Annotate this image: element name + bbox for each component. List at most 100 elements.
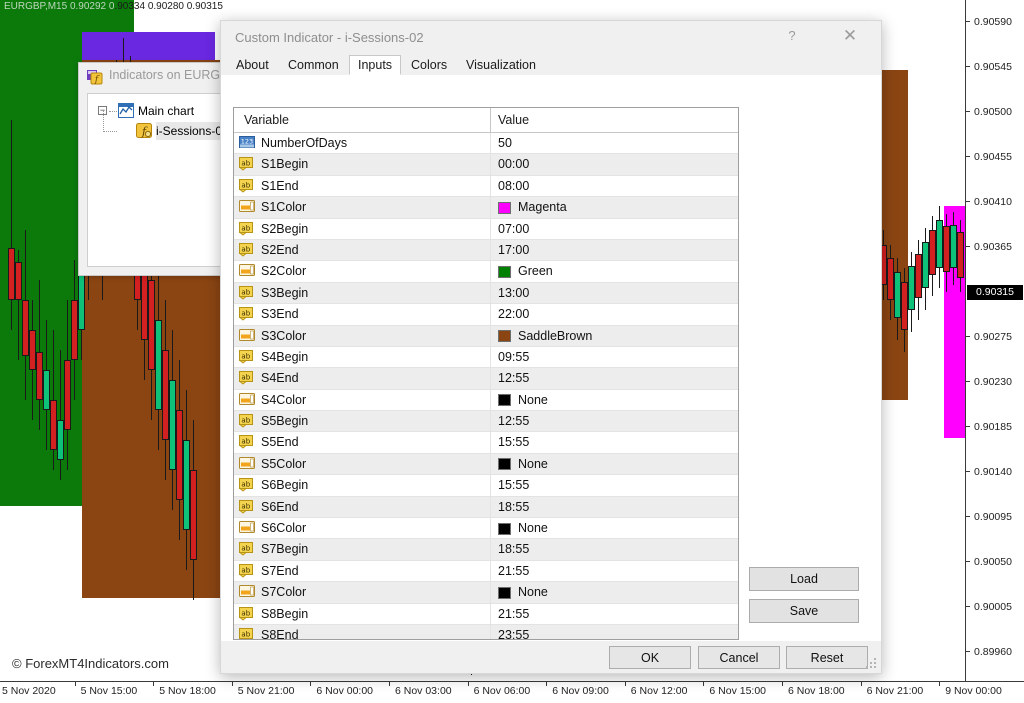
variable-value[interactable]: 21:55	[498, 607, 529, 621]
table-row[interactable]: abS7Begin18:55	[234, 539, 738, 560]
candle-body	[943, 226, 950, 272]
variable-value[interactable]: SaddleBrown	[518, 329, 592, 343]
variable-name: S2End	[261, 243, 299, 257]
time-tick-label: 6 Nov 12:00	[631, 685, 688, 697]
table-row[interactable]: abS8End23:55	[234, 625, 738, 640]
variable-value[interactable]: 08:00	[498, 179, 529, 193]
table-row[interactable]: abS6Begin15:55	[234, 475, 738, 496]
load-button[interactable]: Load	[749, 567, 859, 591]
table-row[interactable]: abS8Begin21:55	[234, 604, 738, 625]
variable-value[interactable]: Magenta	[518, 200, 567, 214]
variable-value[interactable]: 09:55	[498, 350, 529, 364]
grip-dot	[874, 662, 876, 664]
color-swatch[interactable]	[498, 458, 511, 470]
table-row[interactable]: S7ColorNone	[234, 582, 738, 603]
color-swatch[interactable]	[498, 266, 511, 278]
color-swatch[interactable]	[498, 202, 511, 214]
price-tick-label: 0.90185	[974, 421, 1012, 433]
variable-value[interactable]: 22:00	[498, 307, 529, 321]
time-axis[interactable]: 5 Nov 20205 Nov 15:005 Nov 18:005 Nov 21…	[0, 681, 1024, 703]
save-button[interactable]: Save	[749, 599, 859, 623]
time-tick-mark	[310, 681, 311, 686]
variable-value[interactable]: 15:55	[498, 478, 529, 492]
tab-visualization[interactable]: Visualization	[457, 55, 545, 75]
variable-value[interactable]: 12:55	[498, 414, 529, 428]
variable-name: S4Color	[261, 393, 306, 407]
time-tick-mark	[625, 681, 626, 686]
variable-value[interactable]: 21:55	[498, 564, 529, 578]
candle-body	[43, 370, 50, 410]
dialog-footer[interactable]: OK Cancel Reset	[221, 641, 881, 673]
table-row[interactable]: abS1End08:00	[234, 176, 738, 197]
color-swatch[interactable]	[498, 587, 511, 599]
table-row[interactable]: abS5Begin12:55	[234, 411, 738, 432]
variable-value[interactable]: None	[518, 585, 548, 599]
row-column-divider	[490, 432, 491, 452]
price-tick: 0.90500	[966, 106, 1024, 118]
table-row[interactable]: abS4End12:55	[234, 368, 738, 389]
variable-value[interactable]: 18:55	[498, 542, 529, 556]
variable-value[interactable]: 07:00	[498, 222, 529, 236]
tab-colors[interactable]: Colors	[402, 55, 456, 75]
tab-inputs[interactable]: Inputs	[349, 55, 401, 75]
price-axis[interactable]: 0.905900.905450.905000.904550.904100.903…	[965, 0, 1024, 681]
table-row[interactable]: abS6End18:55	[234, 497, 738, 518]
table-row[interactable]: S4Color None	[234, 390, 738, 411]
cancel-button[interactable]: Cancel	[698, 646, 780, 669]
column-divider	[490, 108, 491, 132]
color-swatch[interactable]	[498, 330, 511, 342]
variable-value[interactable]: 18:55	[498, 500, 529, 514]
inputs-grid-rows[interactable]: 123NumberOfDays50abS1Begin00:00abS1End08…	[234, 133, 738, 640]
price-tick-label: 0.90365	[974, 241, 1012, 253]
dialog-tabstrip[interactable]: AboutCommonInputsColorsVisualization	[221, 55, 881, 76]
variable-name: S5End	[261, 435, 299, 449]
table-row[interactable]: abS4Begin09:55	[234, 347, 738, 368]
table-row[interactable]: abS5End15:55	[234, 432, 738, 453]
reset-button[interactable]: Reset	[786, 646, 868, 669]
table-row[interactable]: abS3End22:00	[234, 304, 738, 325]
table-row[interactable]: S6ColorNone	[234, 518, 738, 539]
variable-name: S1Begin	[261, 157, 308, 171]
candle-body	[901, 282, 908, 330]
resize-grip[interactable]	[866, 658, 878, 670]
table-row[interactable]: abS3Begin13:00	[234, 283, 738, 304]
table-row[interactable]: abS7End21:55	[234, 561, 738, 582]
time-tick-mark	[153, 681, 154, 686]
row-column-divider	[490, 261, 491, 281]
variable-value[interactable]: 13:00	[498, 286, 529, 300]
variable-value[interactable]: None	[518, 393, 548, 407]
table-row[interactable]: S1ColorMagenta	[234, 197, 738, 218]
variable-value[interactable]: 50	[498, 136, 512, 150]
row-column-divider	[490, 197, 491, 217]
table-row[interactable]: abS2Begin07:00	[234, 219, 738, 240]
variable-value[interactable]: None	[518, 521, 548, 535]
help-icon[interactable]: ?	[769, 21, 815, 51]
row-column-divider	[490, 133, 491, 153]
tab-common[interactable]: Common	[279, 55, 348, 75]
price-tick: 0.90545	[966, 61, 1024, 73]
dialog-titlebar[interactable]: Custom Indicator - i-Sessions-02 ? ✕	[221, 21, 881, 55]
color-swatch[interactable]	[498, 523, 511, 535]
variable-value[interactable]: 23:55	[498, 628, 529, 640]
tab-about[interactable]: About	[227, 55, 278, 75]
close-icon[interactable]: ✕	[827, 21, 873, 51]
table-row[interactable]: abS1Begin00:00	[234, 154, 738, 175]
table-row[interactable]: S5ColorNone	[234, 454, 738, 475]
custom-indicator-dialog[interactable]: Custom Indicator - i-Sessions-02 ? ✕ Abo…	[220, 20, 882, 674]
variable-value[interactable]: 12:55	[498, 371, 529, 385]
table-row[interactable]: abS2End17:00	[234, 240, 738, 261]
variable-value[interactable]: 15:55	[498, 435, 529, 449]
variable-value[interactable]: Green	[518, 264, 553, 278]
table-row[interactable]: S3ColorSaddleBrown	[234, 326, 738, 347]
color-swatch[interactable]	[498, 394, 511, 406]
time-tick-label: 5 Nov 18:00	[159, 685, 216, 697]
variable-value[interactable]: None	[518, 457, 548, 471]
candle-body	[922, 242, 929, 288]
candle-body	[894, 272, 901, 318]
table-row[interactable]: 123NumberOfDays50	[234, 133, 738, 154]
inputs-grid[interactable]: Variable Value 123NumberOfDays50abS1Begi…	[233, 107, 739, 640]
table-row[interactable]: S2ColorGreen	[234, 261, 738, 282]
variable-value[interactable]: 17:00	[498, 243, 529, 257]
ok-button[interactable]: OK	[609, 646, 691, 669]
variable-value[interactable]: 00:00	[498, 157, 529, 171]
